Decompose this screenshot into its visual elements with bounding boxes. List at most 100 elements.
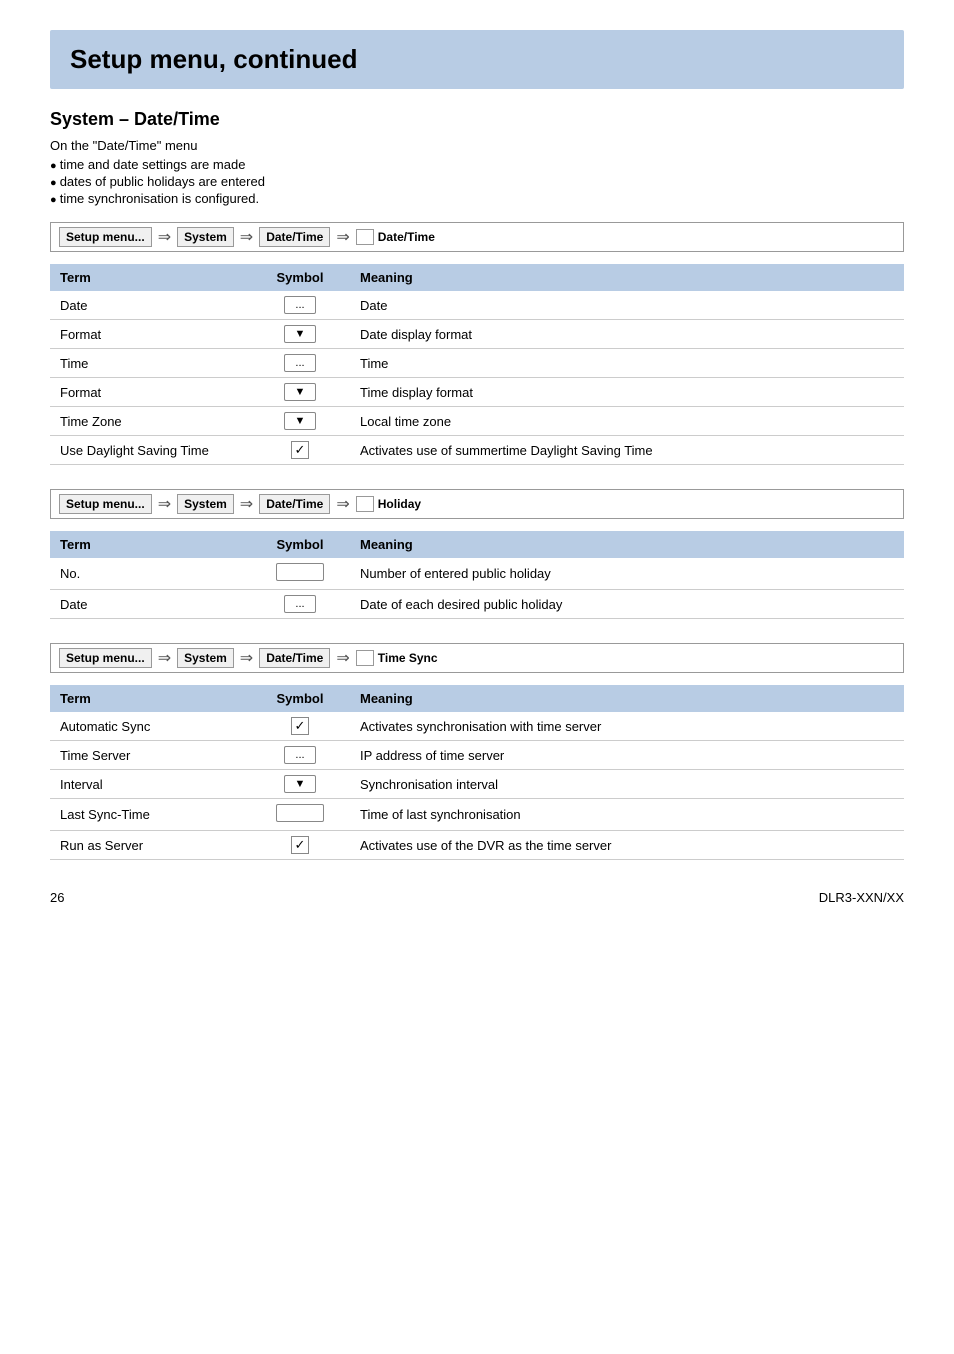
table-row: Date ... Date of each desired public hol… (50, 590, 904, 619)
page-title: Setup menu, continued (70, 44, 884, 75)
symbol-date: ... (250, 291, 350, 320)
table-row: Time Zone ▼ Local time zone (50, 407, 904, 436)
meaning-timeserver: IP address of time server (350, 741, 904, 770)
nav-bar-datetime: Setup menu... ⇒ System ⇒ Date/Time ⇒ Dat… (50, 222, 904, 252)
symbol-date-holiday: ... (250, 590, 350, 619)
col-header-term-3: Term (50, 685, 250, 712)
nav-item-setup: Setup menu... (59, 227, 152, 247)
term-timeserver: Time Server (50, 741, 250, 770)
table-holiday: Term Symbol Meaning No. Number of entere… (50, 531, 904, 619)
nav-bar-timesync: Setup menu... ⇒ System ⇒ Date/Time ⇒ Tim… (50, 643, 904, 673)
meaning-date: Date (350, 291, 904, 320)
symbol-dst: ✓ (250, 436, 350, 465)
plain-box-lastsynct (276, 804, 324, 822)
symbol-format-date: ▼ (250, 320, 350, 349)
symbol-autosync: ✓ (250, 712, 350, 741)
nav-arrow-7: ⇒ (158, 648, 171, 668)
dropdown-box-3: ▼ (284, 412, 316, 430)
nav-item-datetime: Date/Time (259, 227, 330, 247)
bullet-item: dates of public holidays are entered (50, 174, 904, 189)
nav-dest-box-icon (356, 229, 374, 245)
dropdown-box-2: ▼ (284, 383, 316, 401)
symbol-timezone: ▼ (250, 407, 350, 436)
term-date: Date (50, 291, 250, 320)
ellipsis-box-holiday: ... (284, 595, 316, 613)
term-dst: Use Daylight Saving Time (50, 436, 250, 465)
checkbox-runasserver: ✓ (291, 836, 309, 854)
table-row: Format ▼ Date display format (50, 320, 904, 349)
col-header-meaning-2: Meaning (350, 531, 904, 558)
nav-item-setup-3: Setup menu... (59, 648, 152, 668)
meaning-lastsynct: Time of last synchronisation (350, 799, 904, 831)
checkbox-autosync: ✓ (291, 717, 309, 735)
ellipsis-box-2: ... (284, 354, 316, 372)
page-header: Setup menu, continued (50, 30, 904, 89)
nav-item-system: System (177, 227, 234, 247)
meaning-autosync: Activates synchronisation with time serv… (350, 712, 904, 741)
term-runasserver: Run as Server (50, 831, 250, 860)
dropdown-box-1: ▼ (284, 325, 316, 343)
term-lastsynct: Last Sync-Time (50, 799, 250, 831)
col-header-term-2: Term (50, 531, 250, 558)
bullet-item: time synchronisation is configured. (50, 191, 904, 206)
nav-dest-box-icon-3 (356, 650, 374, 666)
nav-item-system-3: System (177, 648, 234, 668)
term-format-time: Format (50, 378, 250, 407)
bullet-item: time and date settings are made (50, 157, 904, 172)
nav-arrow-9: ⇒ (336, 648, 349, 668)
nav-item-datetime-3: Date/Time (259, 648, 330, 668)
meaning-date-holiday: Date of each desired public holiday (350, 590, 904, 619)
nav-dest-label-3: Time Sync (378, 651, 438, 665)
meaning-runasserver: Activates use of the DVR as the time ser… (350, 831, 904, 860)
col-header-term-1: Term (50, 264, 250, 291)
page-number: 26 (50, 890, 64, 905)
meaning-format-time: Time display format (350, 378, 904, 407)
section-title: System – Date/Time (50, 109, 904, 130)
nav-arrow-4: ⇒ (158, 494, 171, 514)
nav-destination-3: Time Sync (356, 650, 438, 666)
table-row: Time ... Time (50, 349, 904, 378)
nav-arrow-1: ⇒ (158, 227, 171, 247)
table-row: Time Server ... IP address of time serve… (50, 741, 904, 770)
col-header-symbol-1: Symbol (250, 264, 350, 291)
table-row: Format ▼ Time display format (50, 378, 904, 407)
table-row: Automatic Sync ✓ Activates synchronisati… (50, 712, 904, 741)
meaning-timezone: Local time zone (350, 407, 904, 436)
ellipsis-box: ... (284, 296, 316, 314)
meaning-time: Time (350, 349, 904, 378)
meaning-interval: Synchronisation interval (350, 770, 904, 799)
checkbox-dst: ✓ (291, 441, 309, 459)
table-row: Date ... Date (50, 291, 904, 320)
ellipsis-box-timeserver: ... (284, 746, 316, 764)
table-timesync: Term Symbol Meaning Automatic Sync ✓ Act… (50, 685, 904, 860)
table-row: Interval ▼ Synchronisation interval (50, 770, 904, 799)
symbol-interval: ▼ (250, 770, 350, 799)
nav-dest-label-1: Date/Time (378, 230, 435, 244)
term-format-date: Format (50, 320, 250, 349)
nav-item-system-2: System (177, 494, 234, 514)
nav-arrow-2: ⇒ (240, 227, 253, 247)
intro-text: On the "Date/Time" menu (50, 138, 904, 153)
term-timezone: Time Zone (50, 407, 250, 436)
meaning-no: Number of entered public holiday (350, 558, 904, 590)
nav-dest-label-2: Holiday (378, 497, 421, 511)
symbol-runasserver: ✓ (250, 831, 350, 860)
term-time: Time (50, 349, 250, 378)
symbol-lastsynct (250, 799, 350, 831)
nav-item-setup-2: Setup menu... (59, 494, 152, 514)
symbol-format-time: ▼ (250, 378, 350, 407)
col-header-symbol-2: Symbol (250, 531, 350, 558)
plain-box-no (276, 563, 324, 581)
nav-arrow-6: ⇒ (336, 494, 349, 514)
col-header-meaning-3: Meaning (350, 685, 904, 712)
col-header-symbol-3: Symbol (250, 685, 350, 712)
meaning-dst: Activates use of summertime Daylight Sav… (350, 436, 904, 465)
table-row: No. Number of entered public holiday (50, 558, 904, 590)
term-date-holiday: Date (50, 590, 250, 619)
bullet-list: time and date settings are made dates of… (50, 157, 904, 206)
page-footer: 26 DLR3-XXN/XX (50, 890, 904, 905)
table-row: Run as Server ✓ Activates use of the DVR… (50, 831, 904, 860)
table-row: Use Daylight Saving Time ✓ Activates use… (50, 436, 904, 465)
nav-arrow-8: ⇒ (240, 648, 253, 668)
nav-destination-2: Holiday (356, 496, 421, 512)
